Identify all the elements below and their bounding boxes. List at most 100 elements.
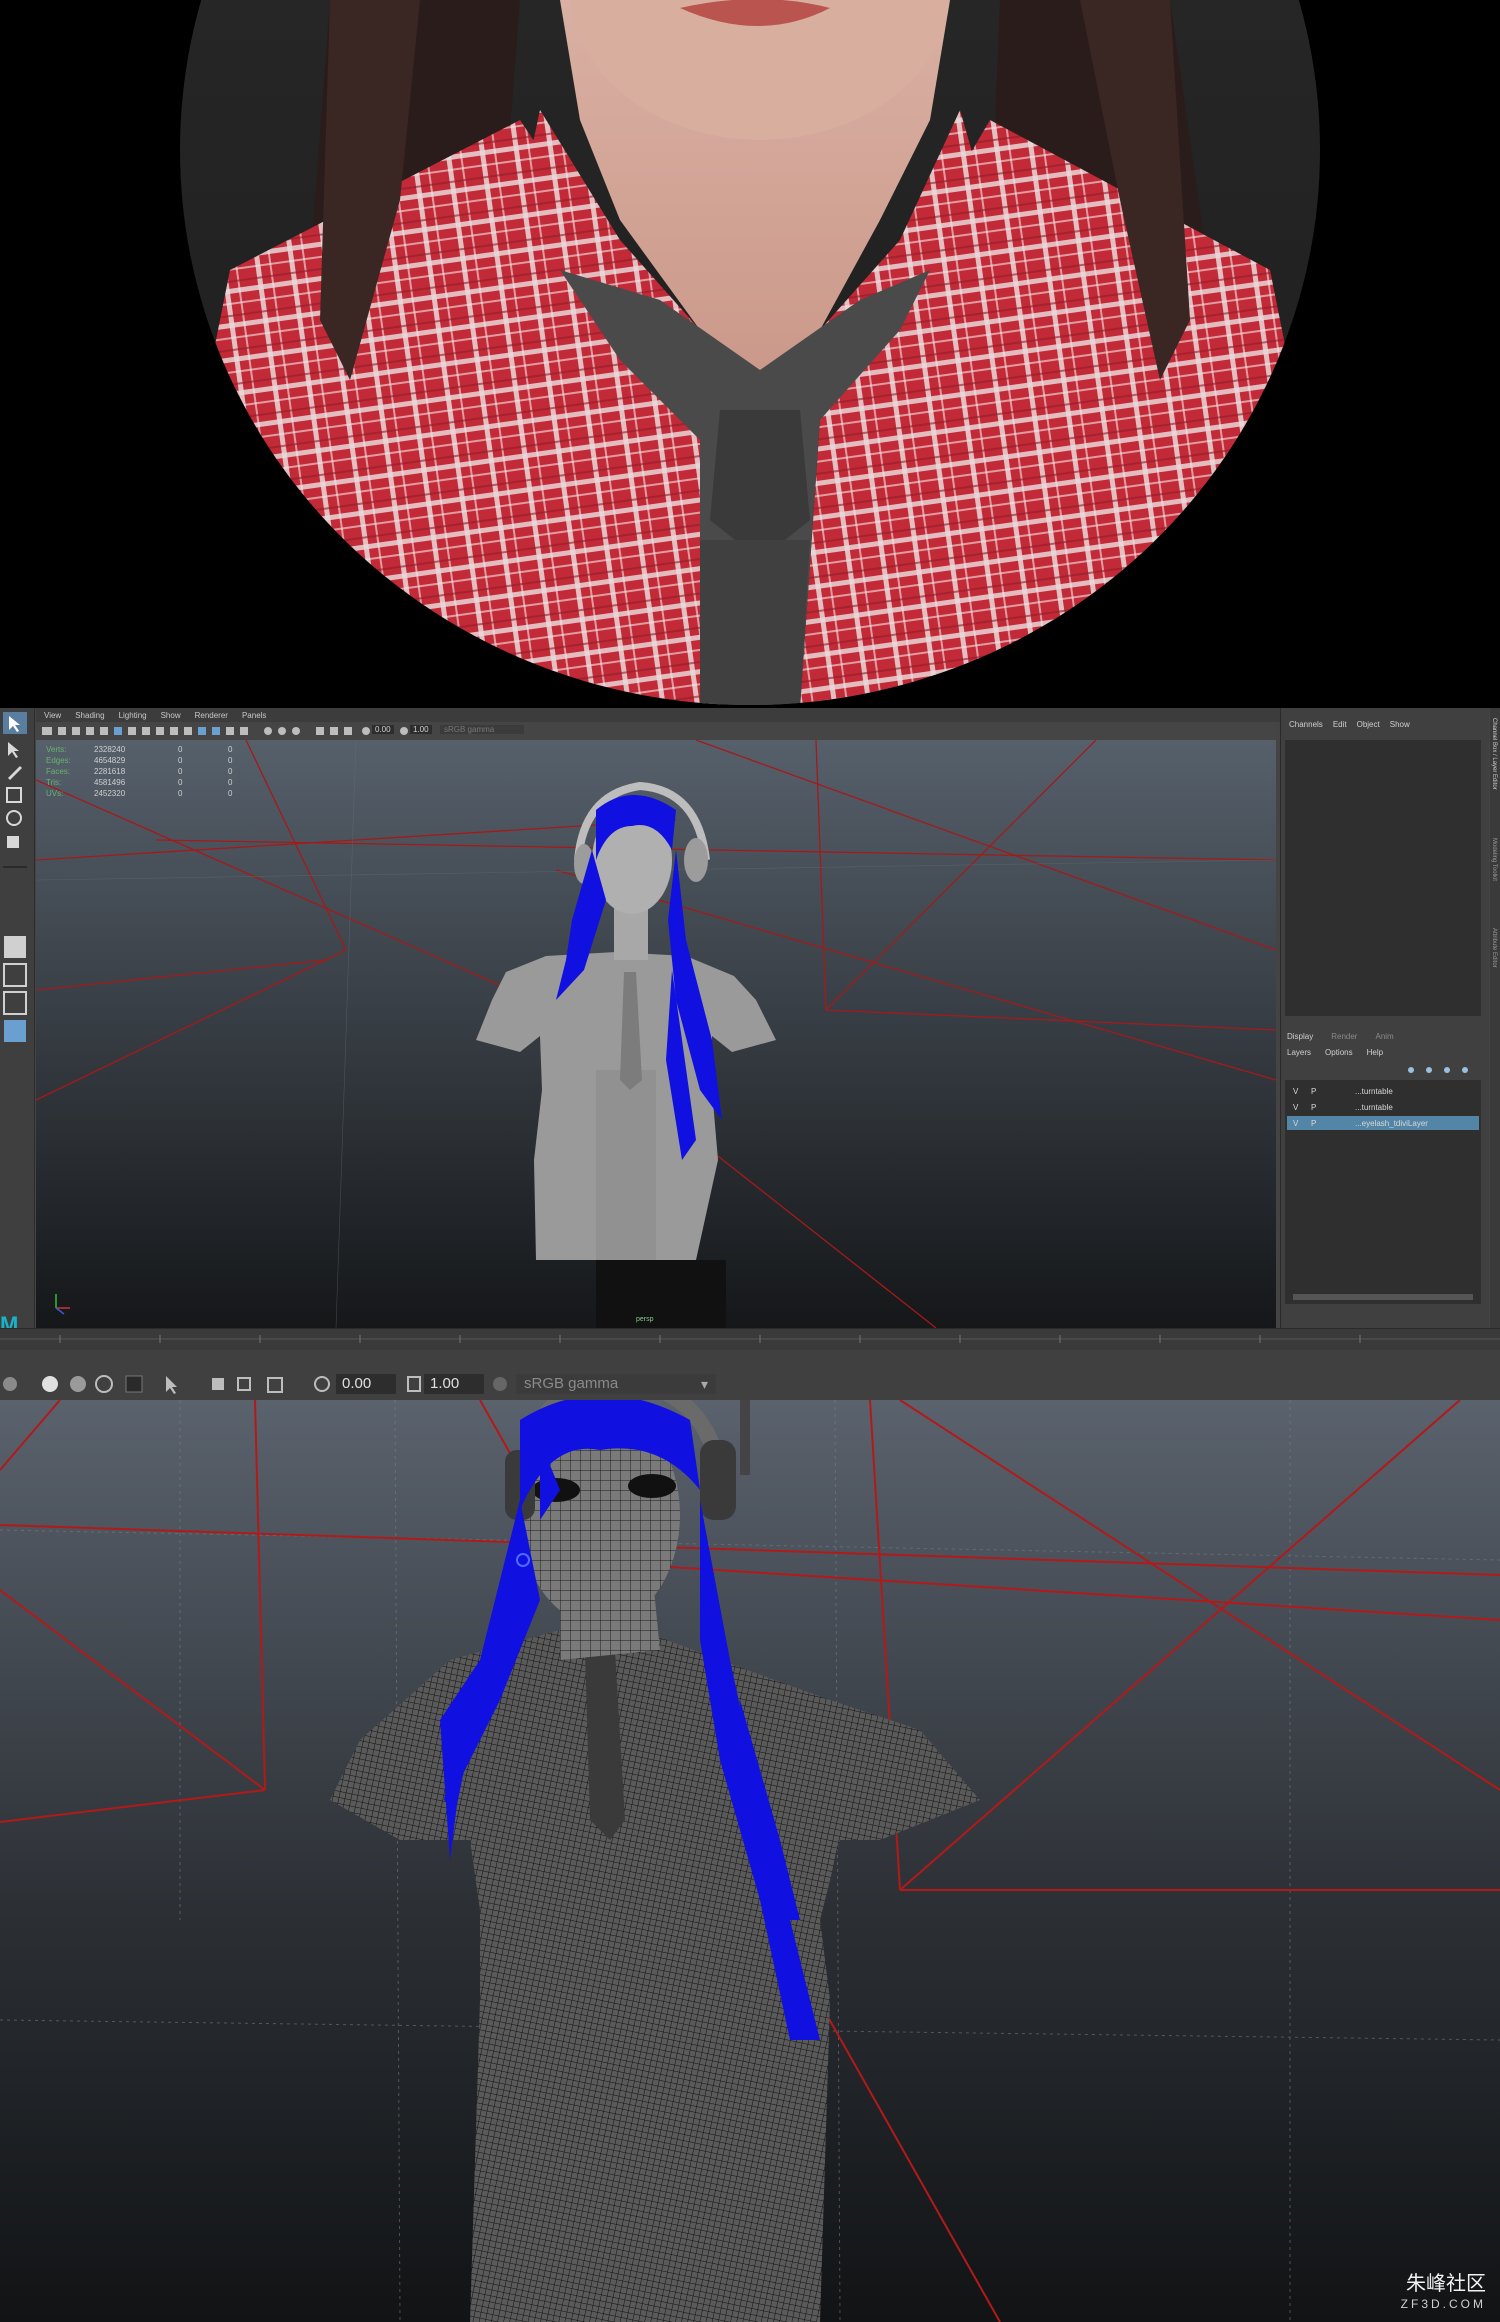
channel-box-panel (1285, 740, 1481, 1016)
menu-options[interactable]: Options (1325, 1048, 1353, 1057)
shadows-icon[interactable] (264, 727, 272, 735)
xray-active-icon[interactable] (237, 1377, 251, 1391)
layer-row[interactable]: V P ...turntable (1287, 1100, 1479, 1114)
film-gate-icon[interactable] (114, 727, 122, 735)
hud-row: Tris: 4581496 0 0 (46, 778, 233, 787)
menu-object[interactable]: Object (1357, 720, 1380, 734)
time-slider[interactable] (0, 1328, 1500, 1350)
textured-shade-icon[interactable] (3, 1377, 17, 1391)
gamma-field[interactable]: 1.00 (424, 1374, 484, 1394)
menu-edit[interactable]: Edit (1333, 720, 1347, 734)
motion-blur-icon[interactable] (292, 727, 300, 735)
colorspace-label: sRGB gamma (524, 1375, 619, 1392)
menu-lighting[interactable]: Lighting (119, 711, 147, 720)
field-chart-icon[interactable] (156, 727, 164, 735)
depth-of-field-icon[interactable] (125, 1375, 143, 1393)
ambient-occlusion-icon[interactable] (278, 727, 286, 735)
menu-renderer[interactable]: Renderer (195, 711, 228, 720)
display-layer-list: V P ...turntable V P ...turntable V P ...eyela… (1285, 1080, 1481, 1304)
grid-icon[interactable] (100, 727, 108, 735)
paint-tool-icon (8, 766, 22, 780)
chevron-down-icon: ▾ (700, 1376, 708, 1392)
watermark-url: ZF3D.COM (1400, 2297, 1486, 2311)
panel-toolbar: 0.00 1.00 sRGB gamma (36, 722, 1276, 740)
lock-camera-icon[interactable] (58, 727, 66, 735)
gamma-field[interactable]: 1.00 (410, 725, 432, 734)
tab-display[interactable]: Display (1287, 1032, 1313, 1041)
exposure-icon[interactable] (314, 1376, 330, 1392)
layer-row[interactable]: V P ...turntable (1287, 1084, 1479, 1098)
resolution-gate-icon[interactable] (128, 727, 136, 735)
camera-icon[interactable] (42, 727, 52, 735)
isolate-select-icon[interactable] (344, 727, 352, 735)
tab-anim[interactable]: Anim (1375, 1032, 1393, 1041)
gamma-icon[interactable] (400, 727, 408, 735)
shadows-icon[interactable] (42, 1376, 58, 1392)
wireframe-viewport[interactable] (0, 1400, 1500, 2322)
xray-icon[interactable] (316, 727, 324, 735)
move-layer-down-icon[interactable] (1462, 1067, 1468, 1073)
side-tab-modeling-toolkit[interactable]: Modeling Toolkit (1491, 838, 1497, 881)
xray-joints-icon[interactable] (330, 727, 338, 735)
panel-menu-bar: View Shading Lighting Show Renderer Pane… (36, 708, 1284, 722)
wireframe-scene (0, 1400, 1500, 2322)
lights-icon[interactable] (240, 727, 248, 735)
toolbox: M (0, 708, 35, 1350)
safe-action-icon[interactable] (170, 727, 178, 735)
menu-help[interactable]: Help (1367, 1048, 1383, 1057)
wireframe-icon[interactable] (198, 727, 206, 735)
textures-icon[interactable] (226, 727, 234, 735)
colorspace-dropdown[interactable]: sRGB gamma (440, 725, 525, 734)
scale-tool-icon (7, 836, 19, 848)
anti-alias-icon[interactable] (95, 1375, 113, 1393)
exposure-field[interactable]: 0.00 (372, 725, 394, 734)
menu-panels[interactable]: Panels (242, 711, 266, 720)
watermark-cn: 朱峰社区 (1406, 2273, 1486, 2295)
menu-show[interactable]: Show (161, 711, 181, 720)
view-transform-icon[interactable] (493, 1377, 507, 1391)
ambient-occlusion-icon[interactable] (70, 1376, 86, 1392)
gamma-icon[interactable] (407, 1376, 421, 1392)
xray-icon[interactable] (212, 1378, 224, 1390)
exposure-field[interactable]: 0.00 (336, 1374, 396, 1394)
exposure-icon[interactable] (362, 727, 370, 735)
viewport-closeup: 0.00 1.00 sRGB gamma ▾ 朱峰社区 ZF3D.COM (0, 1350, 1500, 2322)
menu-channels[interactable]: Channels (1289, 720, 1323, 734)
menu-layers[interactable]: Layers (1287, 1048, 1311, 1057)
maya-window: M View Shading Lighting Show Renderer Pa… (0, 708, 1500, 1350)
side-tab-channel-box[interactable]: Channel Box / Layer Editor (1491, 718, 1497, 790)
poly-count-hud: Verts: 2328240 0 0 Edges: 4654829 0 0 Faces: 22… (46, 744, 258, 799)
image-plane-icon[interactable] (86, 727, 94, 735)
move-layer-up-icon[interactable] (1444, 1067, 1450, 1073)
move-tool-icon (6, 787, 22, 803)
menu-shading[interactable]: Shading (75, 711, 104, 720)
two-pane-layout-icon (3, 991, 27, 1015)
side-tab-strip: Channel Box / Layer Editor Modeling Tool… (1490, 708, 1500, 1328)
colorspace-dropdown[interactable]: sRGB gamma ▾ (516, 1374, 716, 1394)
layer-editor-tabs: Display Render Anim (1287, 1032, 1394, 1041)
rotate-tool-icon (6, 810, 22, 826)
new-layer-icon[interactable] (1408, 1067, 1414, 1073)
safe-title-icon[interactable] (184, 727, 192, 735)
layer-scrollbar[interactable] (1293, 1294, 1473, 1300)
character-render-image (0, 0, 1500, 708)
layer-buttons (1408, 1067, 1468, 1073)
isolate-select-icon[interactable] (166, 1376, 177, 1394)
menu-show-channels[interactable]: Show (1390, 720, 1410, 734)
perspective-viewport[interactable]: persp (36, 740, 1276, 1328)
tab-render[interactable]: Render (1331, 1032, 1357, 1041)
layer-row-selected[interactable]: V P ...eyelash_tdiviLayer (1287, 1116, 1479, 1130)
camera-name-label: persp (636, 1316, 654, 1323)
menu-view[interactable]: View (44, 711, 61, 720)
bookmark-icon[interactable] (72, 727, 80, 735)
channel-box-menu: Channels Edit Object Show (1281, 720, 1497, 734)
gate-mask-icon[interactable] (142, 727, 150, 735)
smooth-shade-icon[interactable] (212, 727, 220, 735)
hud-row: Verts: 2328240 0 0 (46, 745, 233, 754)
side-tab-attribute-editor[interactable]: Attribute Editor (1491, 928, 1497, 968)
hud-row: UVs: 2452320 0 0 (46, 789, 233, 798)
new-layer-selected-icon[interactable] (1426, 1067, 1432, 1073)
xray-joints-icon[interactable] (267, 1377, 283, 1393)
lasso-tool-icon (8, 742, 19, 758)
render-preview (0, 0, 1500, 708)
